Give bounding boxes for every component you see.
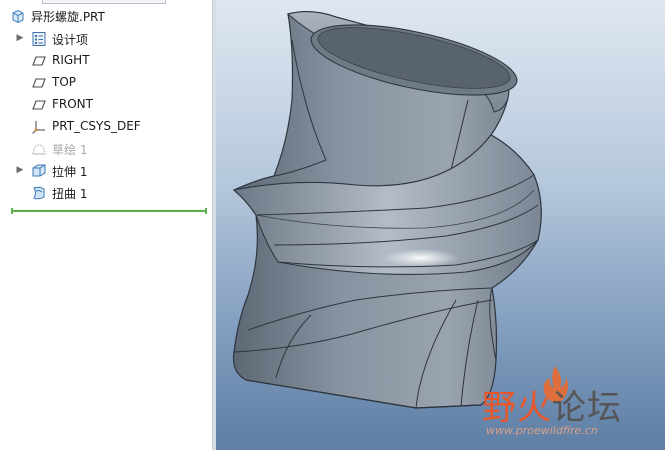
tree-item-top[interactable]: TOP	[0, 72, 212, 94]
tree-item-label: TOP	[52, 75, 77, 89]
tree-item-label: 草绘 1	[52, 143, 88, 157]
graphics-viewport[interactable]: 野火论坛 www.proewildfire.cn	[216, 0, 665, 450]
expand-arrow-icon[interactable]: ▶	[14, 164, 26, 176]
design-items-icon	[32, 32, 46, 46]
forum-watermark: 野火论坛 www.proewildfire.cn	[482, 362, 662, 442]
datum-plane-icon	[32, 56, 46, 66]
csys-icon	[32, 121, 45, 134]
watermark-title-part2: 论坛	[552, 388, 622, 428]
tree-item-label: RIGHT	[52, 53, 90, 67]
tree-item-csys[interactable]: PRT_CSYS_DEF	[0, 116, 212, 138]
tree-item-label: 设计项	[52, 33, 89, 47]
tree-item-design-items[interactable]: ▶ 设计项	[0, 28, 212, 50]
tree-item-label: PRT_CSYS_DEF	[52, 119, 141, 133]
tree-item-right[interactable]: RIGHT	[0, 50, 212, 72]
sketch-icon	[32, 144, 46, 155]
tree-item-label: 异形螺旋.PRT	[31, 10, 105, 24]
extrude-icon	[32, 164, 46, 177]
datum-plane-icon	[32, 78, 46, 88]
datum-plane-icon	[32, 100, 46, 110]
tree-item-label: 拉伸 1	[52, 165, 88, 179]
watermark-title: 野火论坛	[482, 380, 622, 429]
tree-header-field[interactable]	[42, 0, 166, 4]
tree-item-part[interactable]: 异形螺旋.PRT	[0, 5, 212, 27]
tree-item-label: 扭曲 1	[52, 187, 88, 201]
tree-item-sketch[interactable]: 草绘 1	[0, 138, 212, 160]
tree-item-warp[interactable]: 扭曲 1	[0, 182, 212, 204]
warp-icon	[33, 186, 45, 200]
insert-here-marker[interactable]	[11, 208, 207, 214]
watermark-title-part1: 野火	[482, 388, 552, 428]
part-icon	[12, 9, 24, 24]
model-tree-panel: 异形螺旋.PRT ▶ 设计项 RIGHT TOP FRONT PRT_CSYS_…	[0, 0, 212, 450]
watermark-url: www.proewildfire.cn	[486, 424, 598, 437]
tree-item-label: FRONT	[52, 97, 93, 111]
expand-arrow-icon[interactable]: ▶	[14, 32, 26, 44]
tree-item-front[interactable]: FRONT	[0, 94, 212, 116]
tree-item-extrude[interactable]: ▶ 拉伸 1	[0, 160, 212, 182]
